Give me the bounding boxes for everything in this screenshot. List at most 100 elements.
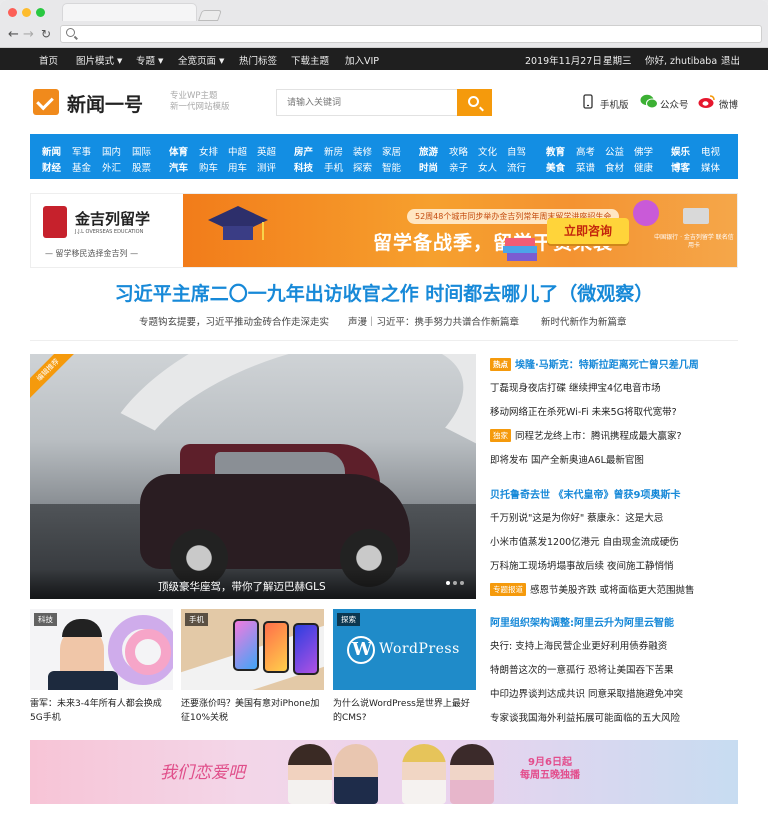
cat-entertainment[interactable]: 娱乐	[671, 144, 690, 158]
cat-review[interactable]: 测评	[257, 160, 276, 174]
news-item[interactable]: 移动网络正在杀死Wi-Fi 未来5G将取代宽带?	[490, 404, 677, 418]
news-item[interactable]: 特朗普这次的一意孤行 恐将让美国吞下苦果	[490, 662, 674, 676]
minimize-dot-icon[interactable]	[22, 8, 31, 17]
nav-image-mode[interactable]: 图片模式 ▼	[76, 53, 122, 67]
cat-forex[interactable]: 外汇	[102, 160, 121, 174]
news-item[interactable]: 千万别说"这是为你好" 蔡康永：这是大忌	[490, 510, 663, 524]
nav-download[interactable]: 下载主题	[291, 53, 329, 67]
logo-check-icon[interactable]	[33, 89, 59, 115]
cat-stock[interactable]: 股票	[132, 160, 151, 174]
cat-culture[interactable]: 文化	[478, 144, 497, 158]
cat-buy-car[interactable]: 购车	[199, 160, 218, 174]
card-caption[interactable]: 雷军：未来3-4年所有人都会换成5G手机	[30, 697, 173, 725]
cat-use-car[interactable]: 用车	[228, 160, 247, 174]
news-item[interactable]: 贝托鲁奇去世 《末代皇帝》曾获9项奥斯卡	[490, 486, 680, 501]
cat-finance[interactable]: 财经	[42, 160, 61, 174]
sub-headline-2[interactable]: 声漫｜习近平：携手努力共谱合作新篇章	[348, 314, 519, 328]
card-caption[interactable]: 还要涨价吗？美国有意对iPhone加征10%关税	[181, 697, 324, 725]
slider-dot[interactable]	[453, 581, 457, 585]
card-caption[interactable]: 为什么说WordPress是世界上最好的CMS?	[333, 697, 476, 725]
sub-headline-3[interactable]: 新时代新作为新篇章	[541, 314, 627, 328]
news-title: 特朗普这次的一意孤行 恐将让美国吞下苦果	[490, 665, 674, 676]
headline-title[interactable]: 习近平主席二〇一九年出访收官之作 时间都去哪儿了（微观察）	[0, 279, 768, 306]
news-item[interactable]: 即将发布 国产全新奥迪A6L最新官图	[490, 452, 644, 466]
news-item[interactable]: 独家 同程艺龙终上市：腾讯携程成最大赢家?	[490, 428, 682, 442]
cat-charity[interactable]: 公益	[605, 144, 624, 158]
cat-guide[interactable]: 攻略	[449, 144, 468, 158]
cat-tech[interactable]: 科技	[294, 160, 313, 174]
forward-arrow-icon[interactable]: →	[23, 27, 34, 42]
cat-domestic[interactable]: 国内	[102, 144, 121, 158]
address-bar[interactable]	[60, 25, 762, 43]
cat-phone[interactable]: 手机	[324, 160, 343, 174]
slider-dot[interactable]	[460, 581, 464, 585]
cat-decor[interactable]: 装修	[353, 144, 372, 158]
cat-fund[interactable]: 基金	[72, 160, 91, 174]
sub-headline-1[interactable]: 专题钩玄提要，习近平推动金砖合作走深走实	[139, 314, 329, 328]
cat-csl[interactable]: 中超	[228, 144, 247, 158]
cat-new-home[interactable]: 新房	[324, 144, 343, 158]
cat-smart[interactable]: 智能	[382, 160, 401, 174]
cat-home[interactable]: 家居	[382, 144, 401, 158]
mobile-version-link[interactable]: 手机版	[600, 97, 629, 111]
cat-recipe[interactable]: 菜谱	[576, 160, 595, 174]
site-logo[interactable]: 新闻一号	[67, 90, 143, 117]
nav-hot-tags[interactable]: 热门标签	[239, 53, 277, 67]
bottom-ad-banner[interactable]: 我们恋爱吧 9月6日起 每周五晚独播	[30, 740, 738, 804]
cat-women[interactable]: 女人	[478, 160, 497, 174]
card-label: 探索	[337, 613, 360, 626]
search-button[interactable]	[457, 89, 492, 116]
news-item[interactable]: 阿里组织架构调整:阿里云升为阿里云智能	[490, 614, 674, 629]
logout-link[interactable]: 退出	[721, 53, 740, 67]
ad-consult-button[interactable]: 立即咨询	[547, 218, 629, 244]
nav-fullwidth[interactable]: 全宽页面 ▼	[178, 53, 224, 67]
cat-volleyball[interactable]: 女排	[199, 144, 218, 158]
news-item[interactable]: 中印边界谈判达成共识 同意采取措施避免冲突	[490, 686, 683, 700]
search-input[interactable]	[276, 89, 457, 116]
wechat-link[interactable]: 公众号	[660, 97, 689, 111]
cat-property[interactable]: 房产	[294, 144, 313, 158]
cat-health[interactable]: 健康	[634, 160, 653, 174]
cat-trend[interactable]: 流行	[507, 160, 526, 174]
cat-travel[interactable]: 旅游	[419, 144, 438, 158]
cat-buddhism[interactable]: 佛学	[634, 144, 653, 158]
close-dot-icon[interactable]	[8, 8, 17, 17]
cat-gaokao[interactable]: 高考	[576, 144, 595, 158]
maximize-dot-icon[interactable]	[36, 8, 45, 17]
slider-dot[interactable]	[446, 581, 450, 585]
cat-military[interactable]: 军事	[72, 144, 91, 158]
cat-news[interactable]: 新闻	[42, 144, 61, 158]
weibo-link[interactable]: 微博	[719, 97, 738, 111]
news-item[interactable]: 热点 埃隆·马斯克：特斯拉距离死亡曾只差几周	[490, 356, 699, 371]
reload-icon[interactable]: ↻	[41, 27, 51, 41]
cat-food[interactable]: 美食	[546, 160, 565, 174]
cat-sports[interactable]: 体育	[169, 144, 188, 158]
back-arrow-icon[interactable]: ←	[8, 27, 19, 42]
ad-banner[interactable]: 金吉列留学 J.J.L OVERSEAS EDUCATION — 留学移民选择金…	[30, 193, 738, 268]
cat-international[interactable]: 国际	[132, 144, 151, 158]
nav-home[interactable]: 首页	[39, 53, 58, 67]
cat-fashion[interactable]: 时尚	[419, 160, 438, 174]
cat-tv[interactable]: 电视	[701, 144, 720, 158]
news-item[interactable]: 小米市值蒸发1200亿港元 自由现金流成硬伤	[490, 534, 679, 548]
nav-vip[interactable]: 加入VIP	[345, 53, 379, 67]
cat-explore[interactable]: 探索	[353, 160, 372, 174]
cat-epl[interactable]: 英超	[257, 144, 276, 158]
news-item[interactable]: 丁磊现身夜店打碟 继续押宝4亿电音市场	[490, 380, 661, 394]
new-tab-icon[interactable]	[197, 10, 223, 21]
cat-blog[interactable]: 博客	[671, 160, 690, 174]
news-item[interactable]: 央行: 支持上海民营企业更好利用债券融资	[490, 638, 667, 652]
cat-roadtrip[interactable]: 自驾	[507, 144, 526, 158]
cat-auto[interactable]: 汽车	[169, 160, 188, 174]
featured-slide[interactable]: 编辑推荐 顶级豪华座驾，带你了解迈巴赫GLS	[30, 354, 476, 599]
cat-parenting[interactable]: 亲子	[449, 160, 468, 174]
cat-education[interactable]: 教育	[546, 144, 565, 158]
news-item[interactable]: 万科施工现场坍塌事故后续 夜间施工静悄悄	[490, 558, 674, 572]
user-greeting[interactable]: 你好, zhutibaba	[645, 53, 717, 67]
cat-media[interactable]: 媒体	[701, 160, 720, 174]
browser-tab[interactable]	[62, 3, 197, 21]
nav-topics[interactable]: 专题 ▼	[136, 53, 163, 67]
cat-ingredient[interactable]: 食材	[605, 160, 624, 174]
news-item[interactable]: 专家谈我国海外利益拓展可能面临的五大风险	[490, 710, 680, 724]
news-item[interactable]: 专题报道 感恩节美股齐跌 或将面临更大范围抛售	[490, 582, 695, 596]
